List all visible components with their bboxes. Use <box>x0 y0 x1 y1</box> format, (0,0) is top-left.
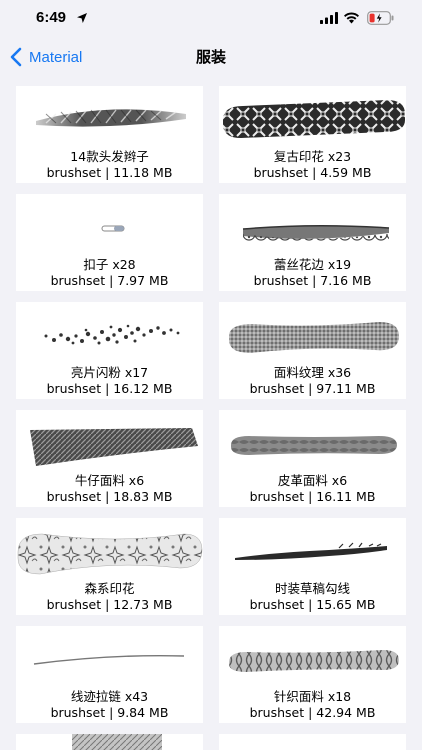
status-time: 6:49 <box>36 9 67 26</box>
brush-preview-stitch-zipper <box>33 654 185 665</box>
card-meta: brushset | 42.94 MB <box>249 705 376 720</box>
card-meta: brushset | 16.11 MB <box>249 489 376 504</box>
navigation-bar: Material 服装 <box>0 40 422 74</box>
card-meta: brushset | 7.16 MB <box>253 273 372 288</box>
brushset-card-vintage-print[interactable]: 复古印花 x23 brushset | 4.59 MB <box>219 86 406 183</box>
brush-preview-buttons <box>101 225 125 232</box>
card-meta: brushset | 4.59 MB <box>253 165 372 180</box>
card-title: 蕾丝花边 x19 <box>273 257 352 272</box>
card-meta: brushset | 11.18 MB <box>46 165 173 180</box>
brushset-card-stitch-zipper[interactable]: 线迹拉链 x43 brushset | 9.84 MB <box>16 626 203 723</box>
card-meta: brushset | 7.97 MB <box>50 273 169 288</box>
status-bar: 6:49 <box>0 0 422 40</box>
card-title: 针织面料 x18 <box>273 689 352 704</box>
brushset-card-buttons[interactable]: 扣子 x28 brushset | 7.97 MB <box>16 194 203 291</box>
card-meta: brushset | 9.84 MB <box>50 705 169 720</box>
brushset-card-partial[interactable] <box>16 734 203 750</box>
wifi-icon <box>344 12 359 24</box>
card-meta: brushset | 15.65 MB <box>249 597 376 612</box>
brushset-card-fabric-texture[interactable]: 面料纹理 x36 brushset | 97.11 MB <box>219 302 406 399</box>
brush-preview-leather-fabric <box>231 436 397 455</box>
brushset-card-lace-trim[interactable]: 蕾丝花边 x19 brushset | 7.16 MB <box>219 194 406 291</box>
brushset-card-fashion-sketch[interactable]: 时装草稿勾线 brushset | 15.65 MB <box>219 518 406 615</box>
brush-preview-knit-fabric <box>229 650 399 672</box>
card-title: 时装草稿勾线 <box>274 581 350 596</box>
card-title: 复古印花 x23 <box>273 149 352 164</box>
card-meta: brushset | 16.12 MB <box>46 381 173 396</box>
brush-preview-forest-print <box>17 533 203 575</box>
cellular-signal-icon <box>320 12 338 24</box>
card-title: 亮片闪粉 x17 <box>70 365 149 380</box>
card-title: 扣子 x28 <box>83 257 136 272</box>
brushset-card-sequins-glitter[interactable]: 亮片闪粉 x17 brushset | 16.12 MB <box>16 302 203 399</box>
brush-preview-fabric-texture <box>229 322 399 353</box>
brushset-card-leather-fabric[interactable]: 皮革面料 x6 brushset | 16.11 MB <box>219 410 406 507</box>
card-title: 森系印花 <box>84 581 135 596</box>
battery-icon <box>367 11 394 25</box>
brushset-card-denim-fabric[interactable]: 牛仔面料 x6 brushset | 18.83 MB <box>16 410 203 507</box>
brush-preview-fashion-sketch <box>235 542 387 560</box>
brushset-card-hair-braids[interactable]: 14款头发辫子 brushset | 11.18 MB <box>16 86 203 183</box>
brush-preview-lace-trim <box>242 224 390 246</box>
brushset-card-knit-fabric[interactable]: 针织面料 x18 brushset | 42.94 MB <box>219 626 406 723</box>
card-title: 线迹拉链 x43 <box>70 689 149 704</box>
card-meta: brushset | 12.73 MB <box>46 597 173 612</box>
brush-preview-partial <box>72 734 162 750</box>
brush-preview-sequins-glitter <box>44 324 180 345</box>
brush-preview-denim-fabric <box>30 428 198 466</box>
card-title: 14款头发辫子 <box>70 149 149 164</box>
card-title: 牛仔面料 x6 <box>74 473 145 488</box>
card-meta: brushset | 97.11 MB <box>249 381 376 396</box>
location-arrow-icon <box>77 13 87 23</box>
brush-preview-vintage-print <box>223 100 405 138</box>
brush-preview-hair-braids <box>36 109 186 127</box>
card-title: 面料纹理 x36 <box>273 365 352 380</box>
brushset-card-partial[interactable] <box>219 734 406 750</box>
card-title: 皮革面料 x6 <box>277 473 348 488</box>
brushset-card-forest-print[interactable]: 森系印花 brushset | 12.73 MB <box>16 518 203 615</box>
page-title: 服装 <box>195 48 226 66</box>
card-meta: brushset | 18.83 MB <box>46 489 173 504</box>
